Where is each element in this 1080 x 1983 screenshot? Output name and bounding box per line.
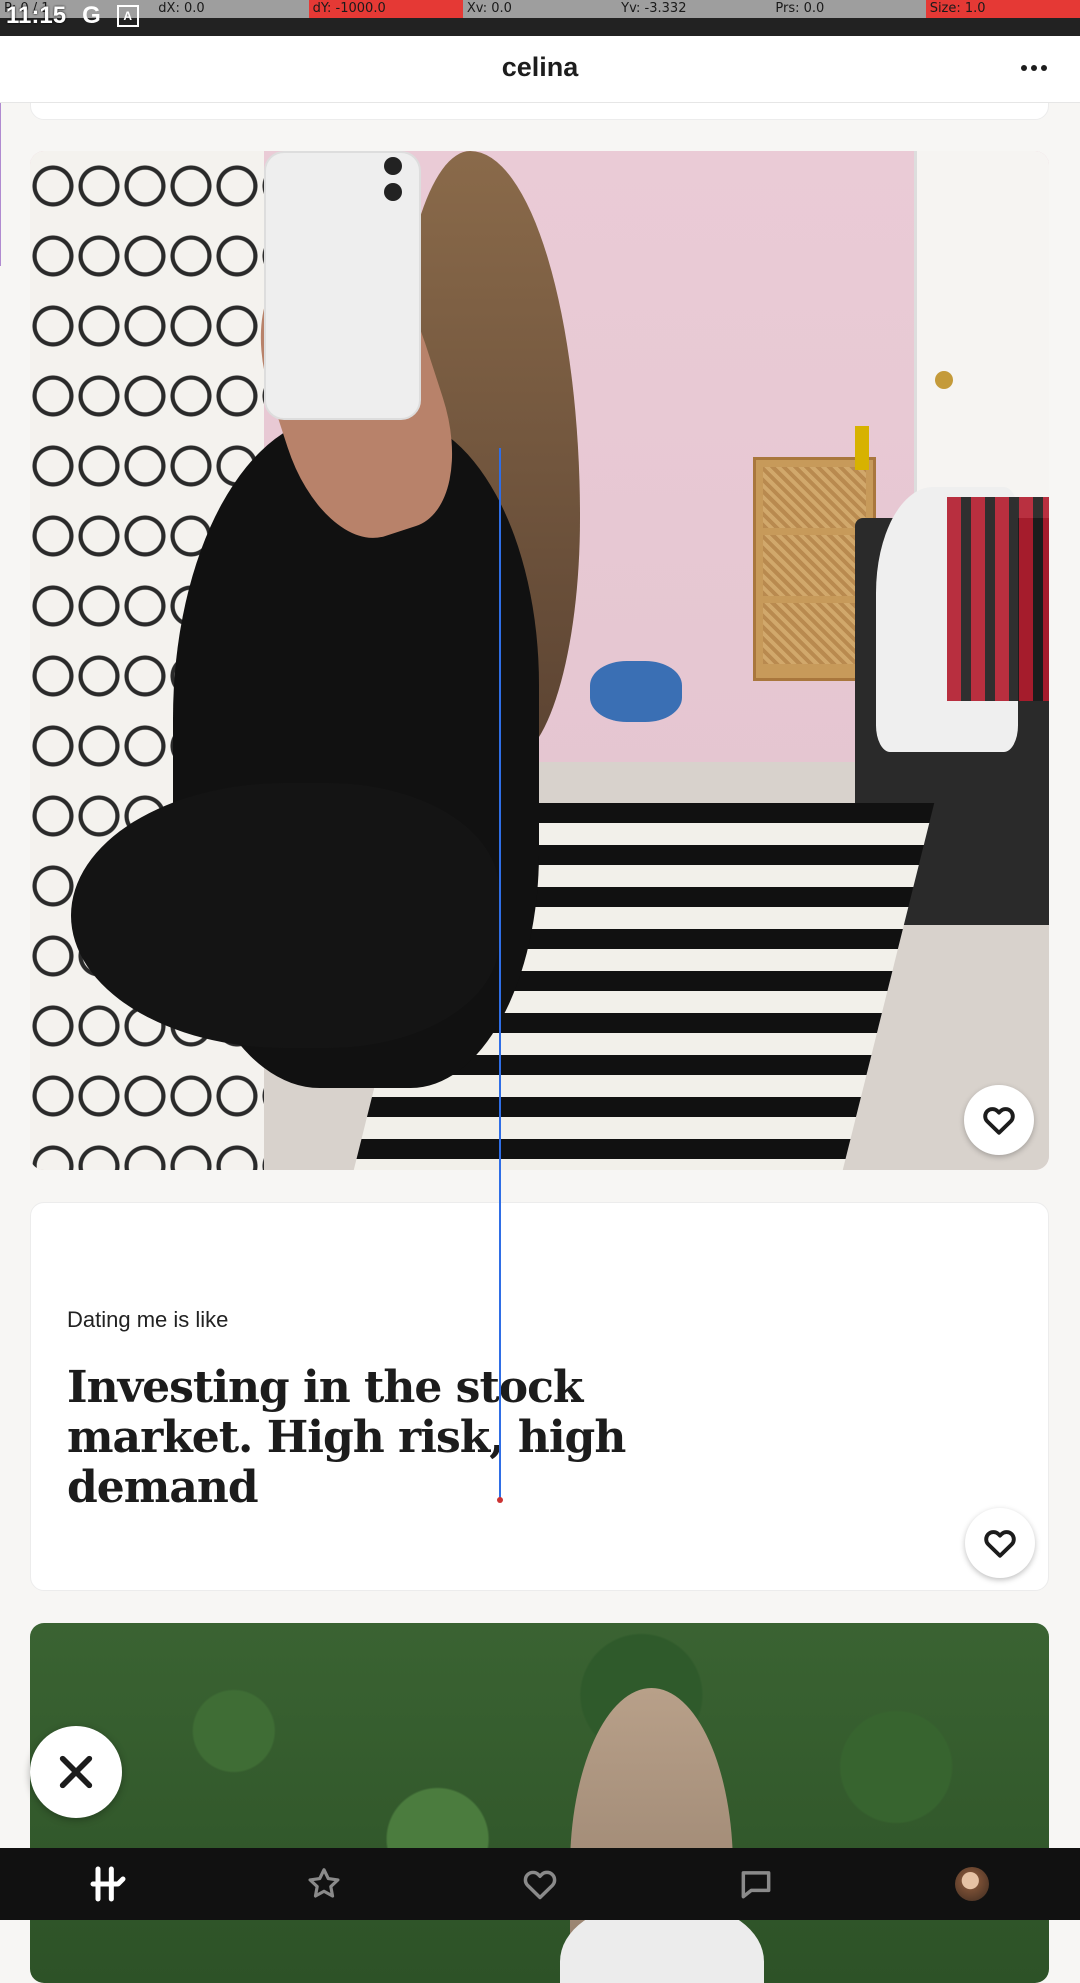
- photo-door-knob: [934, 371, 953, 389]
- debug-yv: Yv: -3.332: [617, 0, 772, 18]
- photo-lens: [384, 157, 403, 175]
- photo-plaid: [947, 497, 1049, 702]
- bottom-nav: [0, 1848, 1080, 1920]
- nav-matches[interactable]: [720, 1848, 792, 1920]
- nav-standouts[interactable]: [288, 1848, 360, 1920]
- debug-dx: dX: 0.0: [154, 0, 309, 18]
- photo-drawer: [763, 534, 866, 596]
- like-photo-button[interactable]: [964, 1085, 1034, 1155]
- photo-legs: [70, 782, 499, 1048]
- more-dot: [1041, 65, 1047, 71]
- debug-xv: Xv: 0.0: [462, 0, 618, 18]
- google-icon: G: [82, 2, 101, 29]
- profile-name: celina: [501, 52, 579, 82]
- nav-discover[interactable]: [72, 1848, 144, 1920]
- photo-phone: [264, 151, 422, 420]
- chat-icon: [741, 1871, 771, 1899]
- skip-button[interactable]: [30, 1726, 122, 1818]
- profile-avatar: [955, 1867, 989, 1901]
- nav-profile[interactable]: [936, 1848, 1008, 1920]
- status-time: 11:15: [6, 2, 67, 29]
- prompt-answer: Investing in the stock market. High risk…: [67, 1362, 626, 1513]
- like-prompt-button[interactable]: [965, 1508, 1035, 1578]
- star-icon: [308, 1868, 340, 1898]
- close-icon: [59, 1755, 93, 1789]
- heart-icon: [523, 1870, 557, 1900]
- status-overlay: 11:15 G A: [6, 2, 139, 30]
- photo-bottle: [855, 426, 870, 471]
- pointer-debug-bar: P: 0 / 1 dX: 0.0 dY: -1000.0 Xv: 0.0 Yv:…: [0, 0, 1080, 18]
- debug-size: Size: 1.0: [925, 0, 1080, 18]
- debug-pressure: Prs: 0.0: [771, 0, 926, 18]
- font-icon: A: [116, 5, 139, 27]
- debug-dy: dY: -1000.0: [308, 0, 463, 18]
- prompt-card[interactable]: Dating me is like Investing in the stock…: [30, 1202, 1049, 1591]
- profile-photo: [30, 151, 1049, 1170]
- profile-photo-card[interactable]: [30, 151, 1049, 1170]
- nav-likes[interactable]: [504, 1848, 576, 1920]
- photo-floor-items: [590, 660, 683, 722]
- profile-photo-2: [30, 1623, 1049, 1983]
- profile-photo-card-2[interactable]: [30, 1623, 1049, 1983]
- more-horizontal-icon: [1021, 65, 1027, 71]
- gesture-trace: [497, 448, 503, 1503]
- home-icon: [90, 1866, 126, 1902]
- more-dot: [1031, 65, 1037, 71]
- profile-header: celina: [0, 36, 1080, 103]
- photo-drawer: [763, 602, 866, 664]
- status-bar: [0, 18, 1080, 36]
- heart-icon: [984, 1530, 1016, 1558]
- photo-lens: [384, 183, 403, 201]
- photo-drawer: [763, 466, 866, 528]
- prompt-question: Dating me is like: [67, 1307, 229, 1332]
- heart-icon: [983, 1107, 1015, 1135]
- more-options-button[interactable]: [1014, 50, 1054, 86]
